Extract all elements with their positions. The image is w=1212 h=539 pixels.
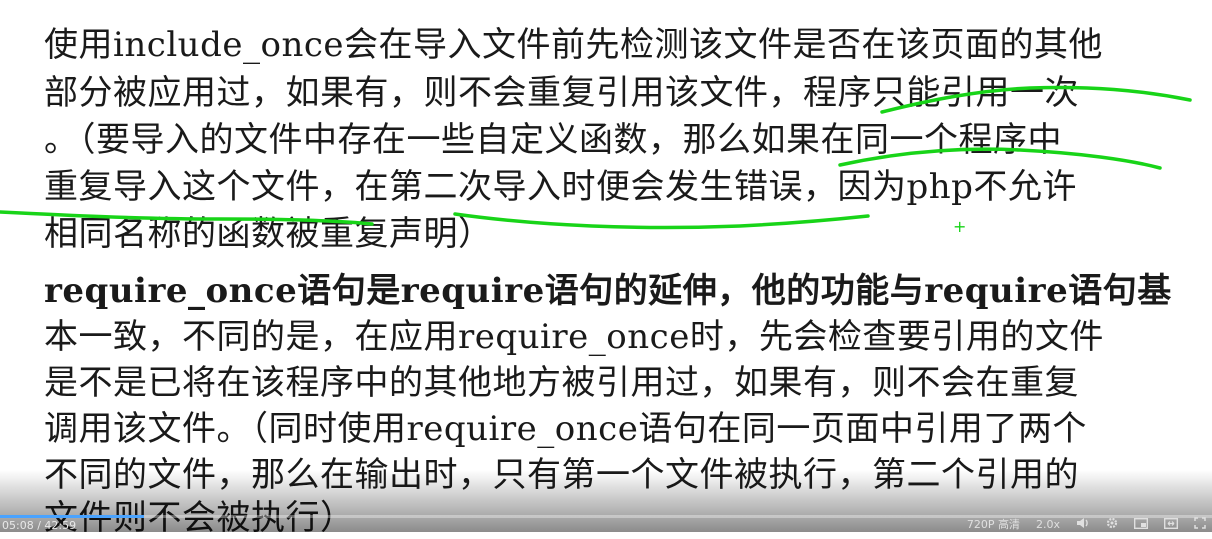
quality-button[interactable]: 720P 高清 [967,518,1020,532]
text-line-8: 是不是已将在该程序中的其他地方被引用过，如果有，则不会在重复 [44,363,1079,403]
progress-bar-fill [0,515,145,518]
fullscreen-icon[interactable] [1194,517,1206,533]
document-page: 使用include_once会在导入文件前先检测该文件是否在该页面的其他 部分被… [0,0,1212,538]
text-line-2: 部分被应用过，如果有，则不会重复引用该文件，程序只能引用一次 [44,73,1079,113]
text-line-7: 本一致，不同的是，在应用require_once时，先会检查要引用的文件 [44,317,1104,357]
player-controls: 720P 高清 2.0x [967,517,1206,533]
total-time: 42:59 [44,519,77,532]
text-line-3: 。（要导入的文件中存在一些自定义函数，那么如果在同一个程序中 [44,120,1062,160]
current-time: 05:08 [2,519,34,532]
pip-icon[interactable] [1133,517,1149,533]
playback-time: 05:08 / 42:59 [2,519,76,532]
speed-button[interactable]: 2.0x [1036,518,1060,532]
text-line-5: 相同名称的函数被重复声明） [44,214,493,254]
text-line-4: 重复导入这个文件，在第二次导入时便会发生错误，因为php不允许 [44,167,1077,207]
widescreen-icon[interactable] [1163,517,1179,533]
volume-icon[interactable] [1076,517,1090,533]
text-line-6: require_once语句是require语句的延伸，他的功能与require… [44,271,1172,311]
text-line-1: 使用include_once会在导入文件前先检测该文件是否在该页面的其他 [44,25,1103,65]
text-line-9: 调用该文件。（同时使用require_once语句在同一页面中引用了两个 [44,409,1087,449]
time-separator: / [33,519,45,532]
settings-icon[interactable] [1106,517,1118,533]
